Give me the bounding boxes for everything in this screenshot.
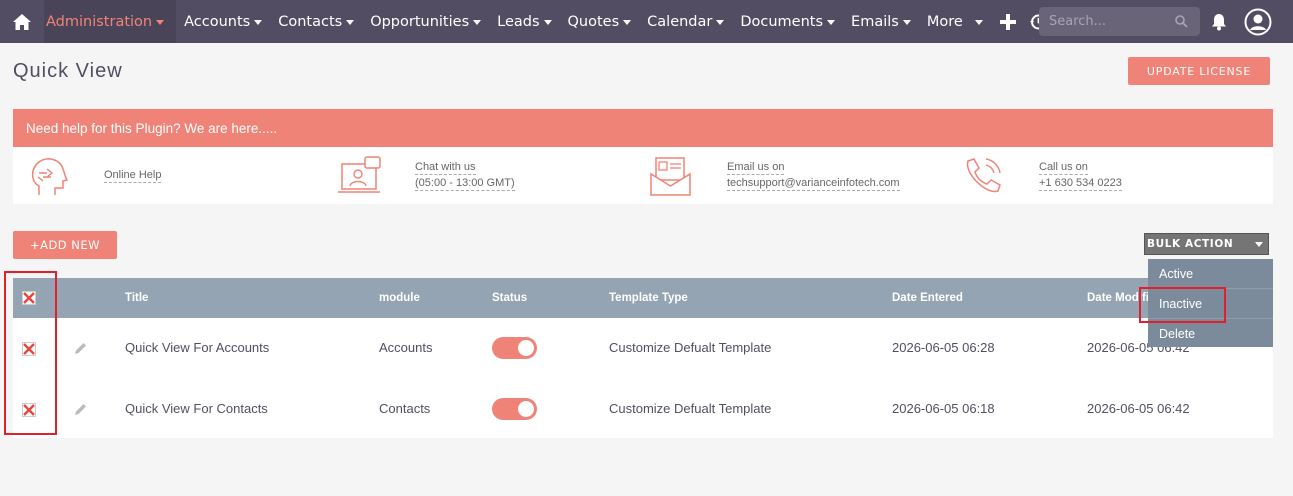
bulk-menu-item-active[interactable]: Active [1148, 259, 1273, 289]
help-banner: Need help for this Plugin? We are here..… [13, 109, 1273, 147]
close-icon [23, 404, 35, 416]
bulk-menu-item-inactive[interactable]: Inactive [1148, 289, 1273, 319]
row-title[interactable]: Quick View For Contacts [125, 379, 268, 439]
quick-view-table: Title module Status Template Type Date E… [13, 278, 1273, 438]
chevron-down-icon [716, 20, 725, 25]
email-label: Email us on [727, 161, 785, 175]
top-navigation: Administration Accounts Contacts Opportu… [0, 0, 1293, 43]
nav-accounts[interactable]: Accounts [176, 0, 270, 43]
chevron-down-icon [1255, 242, 1263, 247]
status-toggle[interactable] [492, 337, 537, 359]
chat-label: Chat with us [415, 161, 476, 175]
nav-documents[interactable]: Documents [732, 0, 843, 43]
nav-emails[interactable]: Emails [843, 0, 919, 43]
row-date-entered: 2026-06-05 06:18 [892, 401, 995, 416]
close-icon [23, 292, 35, 304]
nav-calendar[interactable]: Calendar [639, 0, 732, 43]
status-toggle[interactable] [492, 398, 537, 420]
head-gear-icon [23, 153, 73, 199]
update-license-button[interactable]: UPDATE LICENSE [1128, 57, 1270, 85]
chevron-down-icon [827, 20, 836, 25]
pencil-icon[interactable] [73, 402, 88, 421]
help-online[interactable]: Online Help [23, 147, 162, 204]
row-template-type: Customize Defualt Template [609, 340, 772, 355]
email-link[interactable]: techsupport@varianceinfotech.com [727, 176, 900, 191]
chat-support-icon [335, 153, 385, 199]
row-date-modified: 2026-06-05 06:42 [1087, 401, 1190, 416]
col-template-type[interactable]: Template Type [609, 278, 688, 318]
nav-administration[interactable]: Administration [44, 0, 177, 43]
chevron-down-icon [254, 20, 263, 25]
chat-hours[interactable]: (05:00 - 13:00 GMT) [415, 176, 515, 191]
row-date-entered: 2026-06-05 06:28 [892, 340, 995, 355]
user-avatar-icon[interactable] [1242, 0, 1274, 43]
home-icon[interactable] [0, 0, 44, 43]
row-title[interactable]: Quick View For Accounts [125, 318, 269, 378]
chevron-down-icon [156, 20, 165, 25]
nav-quotes[interactable]: Quotes [560, 0, 640, 43]
phone-icon [958, 153, 1008, 199]
chevron-down-icon [974, 20, 983, 25]
chevron-down-icon [902, 20, 911, 25]
chevron-down-icon [623, 20, 632, 25]
online-help-link[interactable]: Online Help [104, 168, 162, 183]
select-all-checkbox[interactable] [22, 291, 36, 305]
row-module: Accounts [379, 340, 433, 355]
row-checkbox[interactable] [22, 342, 36, 356]
nav-more[interactable]: More [919, 0, 991, 43]
phone-link[interactable]: +1 630 534 0223 [1039, 176, 1122, 191]
bulk-menu-item-delete[interactable]: Delete [1148, 319, 1273, 349]
col-status[interactable]: Status [492, 278, 527, 318]
bulk-action-dropdown[interactable]: BULK ACTION [1144, 233, 1269, 255]
add-new-button[interactable]: +ADD NEW [13, 231, 117, 259]
col-date-entered[interactable]: Date Entered [892, 278, 963, 318]
search-input[interactable] [1049, 14, 1169, 29]
chevron-down-icon [543, 20, 552, 25]
col-module[interactable]: module [379, 278, 420, 318]
plus-icon[interactable] [991, 0, 1025, 43]
page-title: Quick View [13, 60, 123, 82]
chevron-down-icon [473, 20, 482, 25]
bulk-action-menu: Active Inactive Delete [1148, 259, 1273, 347]
help-chat[interactable]: Chat with us (05:00 - 13:00 GMT) [335, 147, 515, 204]
search-icon[interactable] [1175, 15, 1188, 28]
nav-contacts[interactable]: Contacts [270, 0, 362, 43]
pencil-icon[interactable] [73, 341, 88, 360]
close-icon [23, 343, 35, 355]
row-template-type: Customize Defualt Template [609, 401, 772, 416]
nav-opportunities[interactable]: Opportunities [362, 0, 489, 43]
row-checkbox[interactable] [22, 403, 36, 417]
table-row: Quick View For Contacts Contacts Customi… [13, 379, 1273, 439]
chevron-down-icon [346, 20, 355, 25]
col-title[interactable]: Title [125, 278, 148, 318]
search-box[interactable] [1039, 7, 1200, 36]
table-header: Title module Status Template Type Date E… [13, 278, 1273, 318]
table-row: Quick View For Accounts Accounts Customi… [13, 318, 1273, 378]
call-label: Call us on [1039, 161, 1088, 175]
help-panel: Online Help Chat with us (05:00 - 13:00 … [13, 147, 1273, 204]
nav-leads[interactable]: Leads [489, 0, 559, 43]
help-email[interactable]: Email us on techsupport@varianceinfotech… [646, 147, 900, 204]
row-module: Contacts [379, 401, 431, 416]
bell-icon[interactable] [1207, 0, 1231, 43]
help-call[interactable]: Call us on +1 630 534 0223 [958, 147, 1122, 204]
email-icon [646, 153, 696, 199]
